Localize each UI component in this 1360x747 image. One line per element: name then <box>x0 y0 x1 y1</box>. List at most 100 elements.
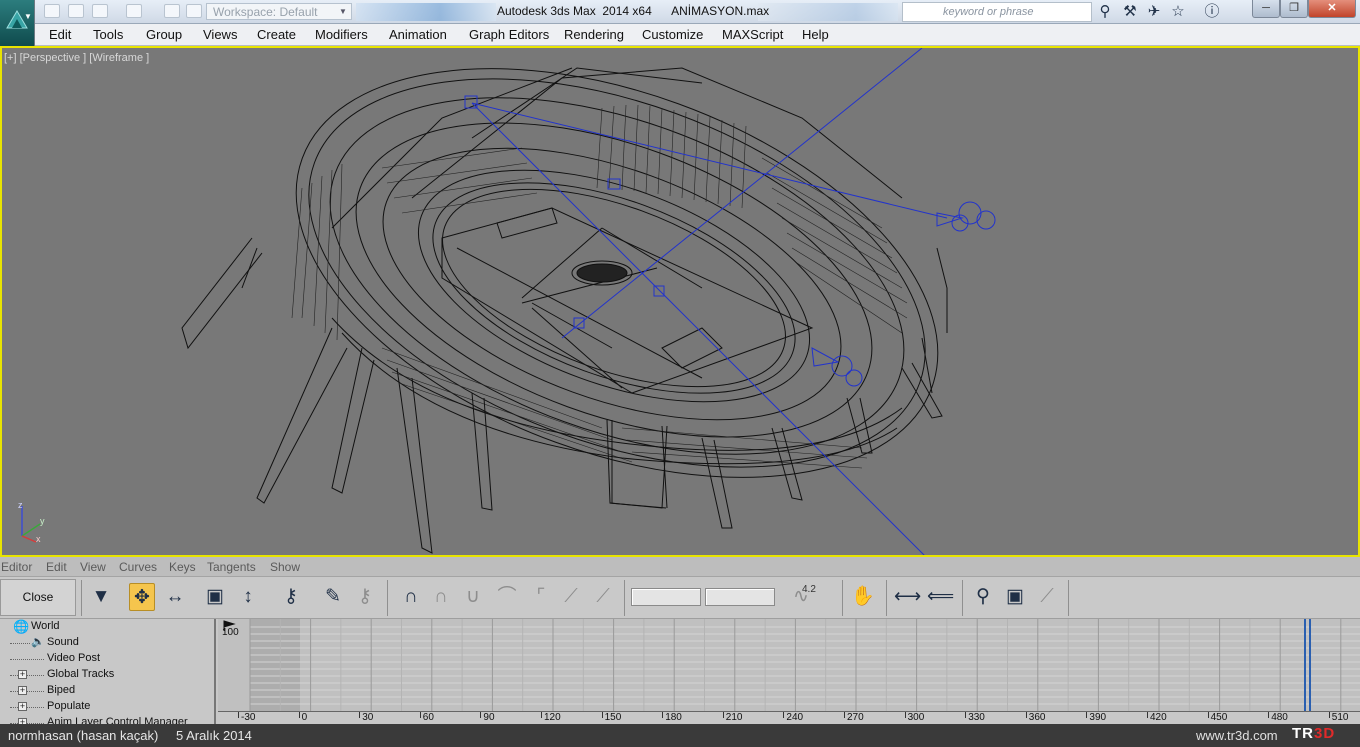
move-keys-icon[interactable]: ✥ <box>129 583 155 611</box>
filter-icon[interactable]: ▼ <box>88 583 114 611</box>
ruler-tick-label: 120 <box>544 712 561 723</box>
scale-values-icon[interactable]: ↕ <box>235 583 261 611</box>
tree-item-world[interactable]: 🌐 World <box>0 619 214 635</box>
save-file-icon[interactable] <box>92 4 108 18</box>
ruler-tick <box>419 712 421 718</box>
menu-customize[interactable]: Customize <box>642 27 703 42</box>
binoculars-icon[interactable]: ⚲ <box>1096 3 1114 21</box>
slide-keys-icon[interactable]: ↔ <box>162 583 188 611</box>
tree-item-populate[interactable]: + Populate <box>0 699 214 715</box>
tv-menu-tangents[interactable]: Tangents <box>207 560 256 574</box>
tangent-step-icon[interactable]: ⌜ <box>528 583 554 611</box>
menu-bar: Edit Tools Group Views Create Modifiers … <box>35 24 1360 46</box>
menu-tools[interactable]: Tools <box>93 27 123 42</box>
zoom-value-extents-icon[interactable]: ⟸ <box>927 583 954 611</box>
zoom-region-icon[interactable]: ▣ <box>1002 583 1028 611</box>
menu-create[interactable]: Create <box>257 27 296 42</box>
workspace-dropdown[interactable]: Workspace: Default ▼ <box>206 3 352 20</box>
star-icon[interactable]: ☆ <box>1169 3 1187 21</box>
window-title: Autodesk 3ds Max 2014 x64 ANİMASYON.max <box>497 4 770 18</box>
time-ruler[interactable]: -30 0 30 60 90 120 150 180 210 240 270 300 330 360 390… <box>218 711 1360 724</box>
isolate-curve-icon[interactable]: ⟋ <box>1034 583 1060 611</box>
scale-keys-icon[interactable]: ▣ <box>202 583 228 611</box>
value-field[interactable] <box>705 588 775 606</box>
close-window-button[interactable]: ✕ <box>1308 0 1356 18</box>
menu-edit[interactable]: Edit <box>49 27 71 42</box>
tangent-fast-icon[interactable]: ∪ <box>460 583 486 611</box>
expand-icon[interactable]: + <box>18 670 27 679</box>
close-button[interactable]: Close <box>0 579 76 616</box>
menu-animation[interactable]: Animation <box>389 27 447 42</box>
redo-icon[interactable] <box>164 4 180 18</box>
minimize-button[interactable]: ─ <box>1252 0 1280 18</box>
curve-editor-grid[interactable]: 100 <box>218 619 1360 711</box>
ruler-tick <box>1025 712 1027 718</box>
tv-menu-view[interactable]: View <box>80 560 106 574</box>
tv-menu-edit[interactable]: Edit <box>46 560 67 574</box>
pan-hand-icon[interactable]: ✋ <box>850 583 876 611</box>
menu-modifiers[interactable]: Modifiers <box>315 27 368 42</box>
maximize-button[interactable]: ❐ <box>1280 0 1308 18</box>
ruler-tick <box>1147 712 1148 718</box>
menu-graph-editors[interactable]: Graph Editors <box>469 27 549 42</box>
ruler-tick-label: 150 <box>604 712 622 723</box>
ruler-tick <box>1268 712 1270 718</box>
search-input[interactable]: keyword or phrase <box>902 2 1092 22</box>
help-icon[interactable]: ⓘ <box>1203 3 1221 21</box>
tree-item-anim-layer-control-manager[interactable]: + Anim Layer Control Manager <box>0 715 214 724</box>
expand-icon[interactable]: + <box>18 702 27 711</box>
ruler-tick <box>662 712 664 718</box>
tangent-auto-icon[interactable]: ∩ <box>398 583 424 611</box>
ruler-tick <box>359 712 361 718</box>
tree-item-video-post[interactable]: Video Post <box>0 651 214 667</box>
title-glow-right <box>758 3 898 21</box>
tv-menu-editor[interactable]: Editor <box>1 560 32 574</box>
menu-group[interactable]: Group <box>146 27 182 42</box>
axis-x-label: x <box>36 534 41 544</box>
ruler-tick <box>238 712 239 718</box>
status-user: normhasan (hasan kaçak) <box>8 728 159 743</box>
frame-field[interactable] <box>631 588 701 606</box>
ruler-tick <box>965 712 967 718</box>
perspective-viewport[interactable]: [+] [Perspective ] [Wireframe ] z y x <box>0 46 1360 557</box>
ruler-tick <box>1328 712 1330 718</box>
stadium-wireframe: z y x <box>18 48 996 555</box>
expand-icon[interactable]: + <box>18 686 27 695</box>
ruler-tick <box>298 712 300 718</box>
tangent-smooth-icon[interactable]: ⟋ <box>590 583 616 611</box>
satellite-icon[interactable]: ✈ <box>1145 3 1163 21</box>
new-file-icon[interactable] <box>44 4 60 18</box>
menu-rendering[interactable]: Rendering <box>564 27 624 42</box>
menu-maxscript[interactable]: MAXScript <box>722 27 783 42</box>
menu-views[interactable]: Views <box>203 27 237 42</box>
tree-label: Populate <box>47 700 91 712</box>
draw-curves-icon[interactable]: ✎ <box>320 583 346 611</box>
tv-menu-curves[interactable]: Curves <box>119 560 157 574</box>
tv-menu-keys[interactable]: Keys <box>169 560 196 574</box>
ruler-tick-label: 450 <box>1210 712 1228 723</box>
undo-icon[interactable] <box>126 4 142 18</box>
tree-item-biped[interactable]: + Biped <box>0 683 214 699</box>
tangent-linear-icon[interactable]: ⟋ <box>558 583 584 611</box>
key-tools-icon[interactable]: ⚒ <box>1121 3 1139 21</box>
tree-label: Global Tracks <box>47 668 115 680</box>
tangent-slow-icon[interactable]: ⌒ <box>494 583 520 611</box>
ruler-tick-label: 0 <box>301 712 308 723</box>
app-menu-button[interactable]: ▼ <box>0 0 35 46</box>
controller-tree[interactable]: 🌐 World 🔈 Sound Video Post + Global Trac… <box>0 619 216 724</box>
menu-help[interactable]: Help <box>802 27 829 42</box>
tv-menu-show[interactable]: Show <box>270 560 300 574</box>
zoom-horizontal-extents-icon[interactable]: ⟷ <box>894 583 921 611</box>
status-date: 5 Aralık 2014 <box>176 728 252 743</box>
add-keys-icon[interactable]: ⚷ <box>278 583 304 611</box>
status-bar: normhasan (hasan kaçak) 5 Aralık 2014 ww… <box>0 724 1360 747</box>
tangent-custom-icon[interactable]: ∩ <box>428 583 454 611</box>
project-folder-icon[interactable] <box>186 4 202 18</box>
open-file-icon[interactable] <box>68 4 84 18</box>
reduce-keys-icon[interactable]: ⚷ <box>352 583 378 611</box>
tree-item-sound[interactable]: 🔈 Sound <box>0 635 214 651</box>
tree-item-global-tracks[interactable]: + Global Tracks <box>0 667 214 683</box>
zoom-icon[interactable]: ⚲ <box>970 583 996 611</box>
toolbar-divider <box>886 580 887 616</box>
toolbar-divider <box>842 580 843 616</box>
